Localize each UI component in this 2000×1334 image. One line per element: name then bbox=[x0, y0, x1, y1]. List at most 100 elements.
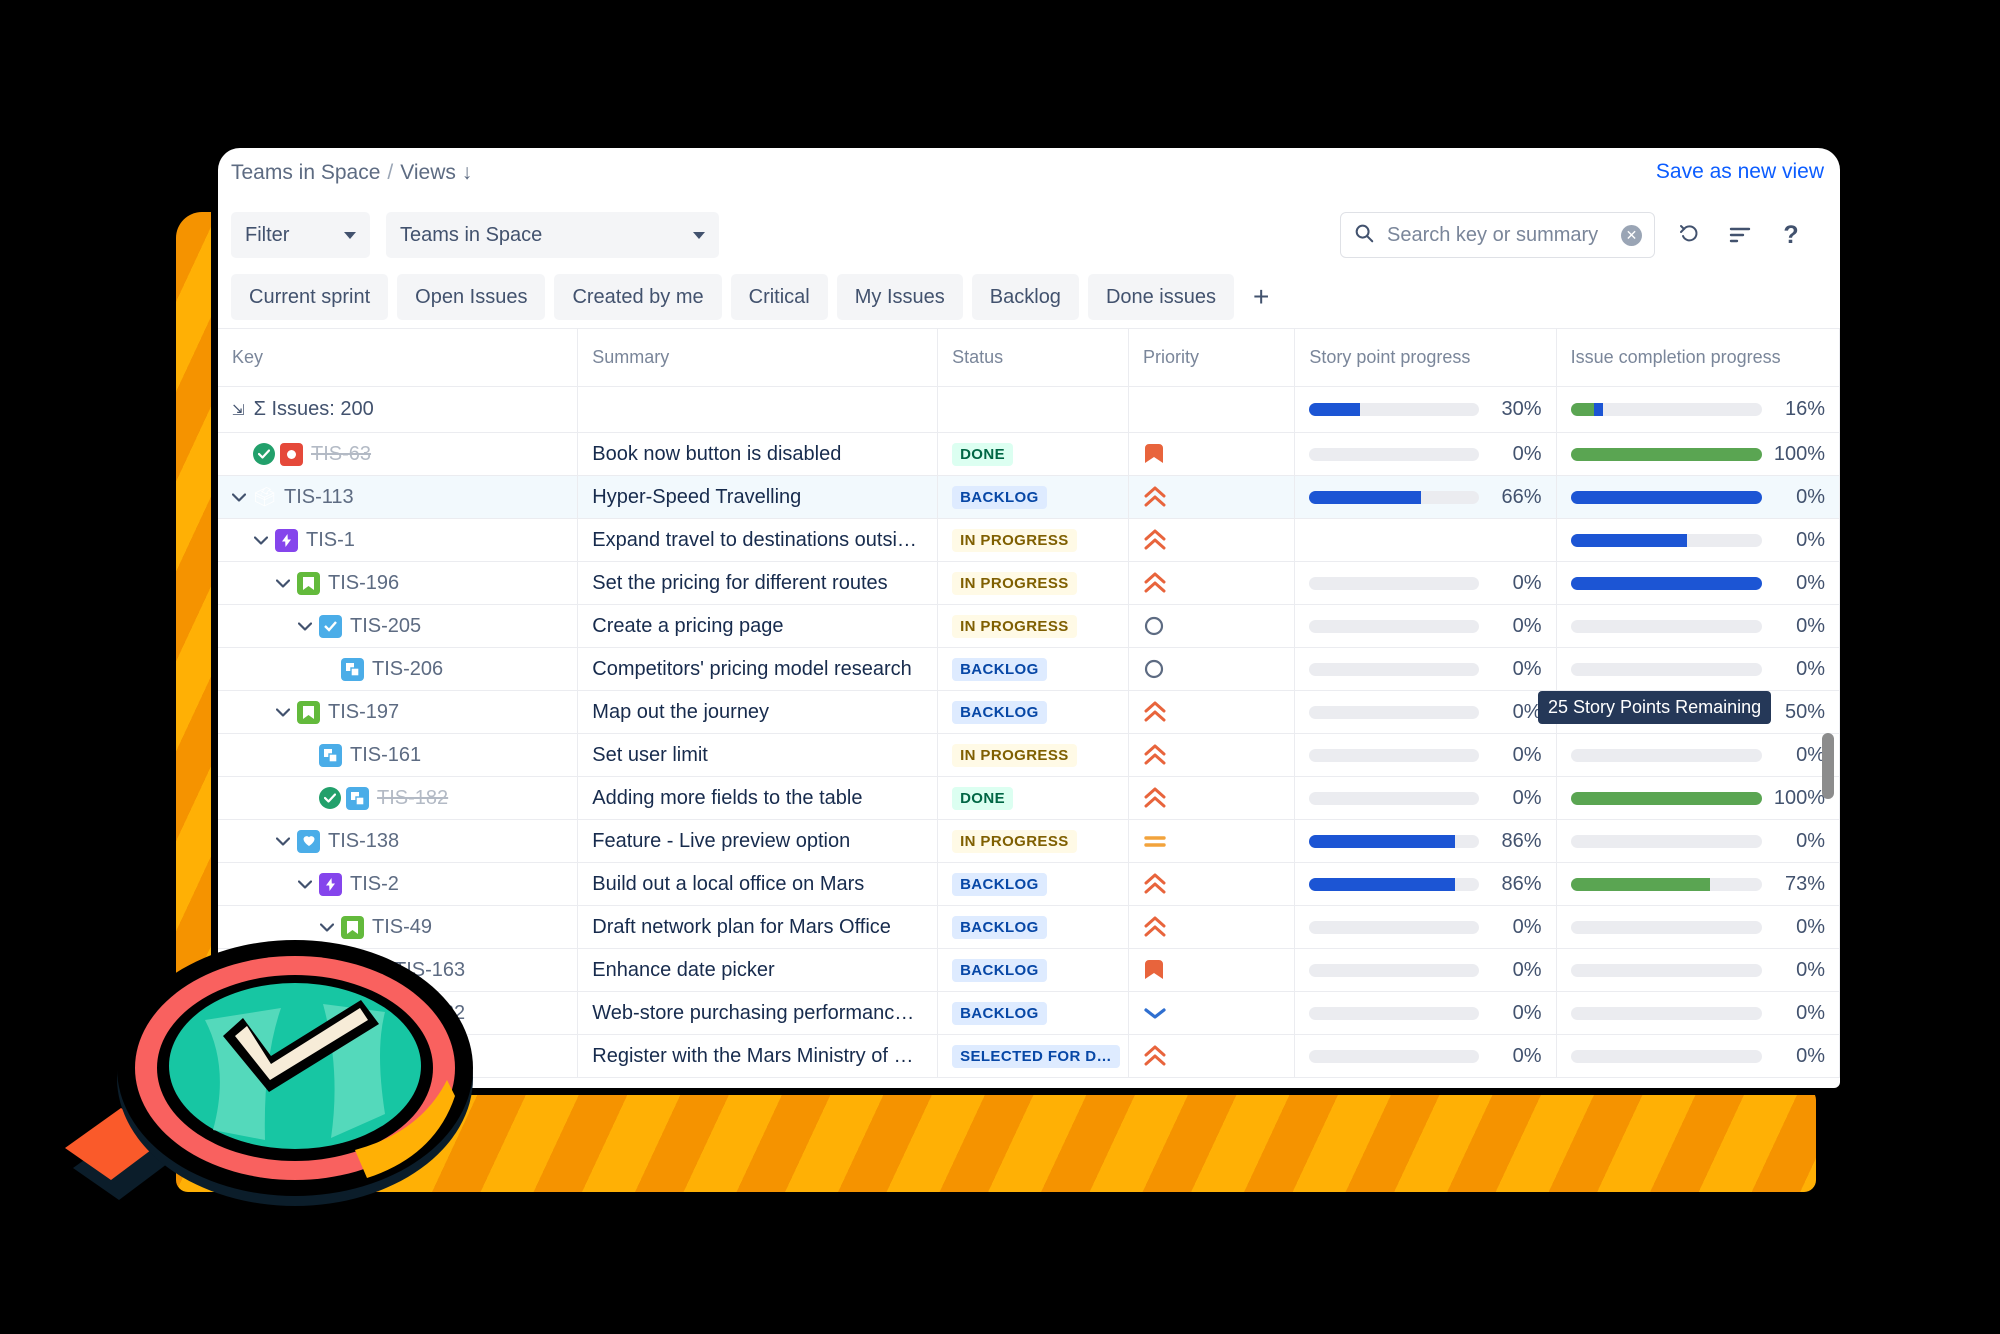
chevron-down-icon[interactable] bbox=[231, 489, 250, 506]
filter-chip-2[interactable]: Created by me bbox=[554, 274, 722, 320]
summary-status-cell bbox=[937, 386, 1130, 433]
filter-chip-5[interactable]: Backlog bbox=[971, 274, 1079, 320]
chevron-down-icon[interactable] bbox=[253, 532, 272, 549]
key-cell: TIS-1 bbox=[218, 518, 579, 562]
search-box[interactable]: Search key or summary ✕ bbox=[1340, 212, 1655, 258]
issue-key-link[interactable]: TIS-138 bbox=[328, 830, 399, 853]
clear-icon[interactable]: ✕ bbox=[1621, 224, 1642, 246]
table-row[interactable]: TIS-63 Book now button is disabled DONE 0% 1… bbox=[218, 432, 1840, 476]
column-header-story-point-progress[interactable]: Story point progress bbox=[1294, 329, 1557, 387]
issue-summary-text[interactable]: Enhance date picker bbox=[592, 959, 774, 982]
help-button[interactable]: ? bbox=[1768, 212, 1814, 258]
table-row[interactable]: TIS-161 Set user limit IN PROGRESS 0% 0% bbox=[218, 733, 1840, 777]
status-badge[interactable]: BACKLOG bbox=[952, 958, 1047, 982]
issue-summary-text[interactable]: Feature - Live preview option bbox=[592, 830, 850, 853]
filter-chip-1[interactable]: Open Issues bbox=[397, 274, 546, 320]
story-point-progress-bar bbox=[1309, 920, 1479, 934]
top-bar: Teams in Space / Views ↓ Save as new view bbox=[218, 148, 1840, 204]
table-row[interactable]: 🗳 TIS-113 Hyper-Speed Travelling BACKLOG 66%… bbox=[218, 475, 1840, 519]
filter-chip-3[interactable]: Critical bbox=[730, 274, 828, 320]
issue-key-link[interactable]: TIS-63 bbox=[311, 443, 371, 466]
issue-completion-progress-bar bbox=[1570, 619, 1762, 633]
issue-summary-text[interactable]: Web-store purchasing performanc… bbox=[592, 1002, 914, 1025]
key-cell: TIS-63 bbox=[218, 432, 579, 476]
feature-icon bbox=[297, 829, 320, 853]
column-header-key[interactable]: Key bbox=[218, 329, 579, 387]
issue-key-link[interactable]: TIS-197 bbox=[328, 701, 399, 724]
issue-key-link[interactable]: TIS-205 bbox=[350, 615, 421, 638]
issue-key-link[interactable]: TIS-1 bbox=[306, 529, 355, 552]
chevron-down-icon[interactable] bbox=[297, 618, 316, 635]
filter-chip-4[interactable]: My Issues bbox=[836, 274, 963, 320]
add-filter-button[interactable]: + bbox=[1243, 283, 1279, 311]
chevron-down-icon[interactable] bbox=[275, 704, 294, 721]
refresh-button[interactable] bbox=[1666, 212, 1712, 258]
status-badge[interactable]: IN PROGRESS bbox=[952, 528, 1077, 552]
column-header-priority[interactable]: Priority bbox=[1128, 329, 1296, 387]
issue-summary-text[interactable]: Adding more fields to the table bbox=[592, 787, 862, 810]
table-row[interactable]: TIS-1 Expand travel to destinations outsi… bbox=[218, 518, 1840, 562]
issue-summary-text[interactable]: Set the pricing for different routes bbox=[592, 572, 887, 595]
issue-summary-text[interactable]: Draft network plan for Mars Office bbox=[592, 916, 891, 939]
status-badge[interactable]: DONE bbox=[952, 786, 1013, 810]
chevron-down-icon[interactable] bbox=[275, 575, 294, 592]
column-header-summary[interactable]: Summary bbox=[577, 329, 939, 387]
status-badge[interactable]: DONE bbox=[952, 442, 1013, 466]
issue-key-link[interactable]: TIS-161 bbox=[350, 744, 421, 767]
issue-summary-text[interactable]: Expand travel to destinations outsi… bbox=[592, 529, 917, 552]
column-header-status[interactable]: Status bbox=[937, 329, 1130, 387]
status-badge[interactable]: BACKLOG bbox=[952, 872, 1047, 896]
status-badge[interactable]: IN PROGRESS bbox=[952, 829, 1077, 853]
chevron-down-icon[interactable] bbox=[297, 876, 316, 893]
collapse-all-icon[interactable]: ⇲ bbox=[232, 401, 245, 419]
issue-completion-progress-cell: 0% bbox=[1556, 948, 1840, 992]
save-as-new-view-link[interactable]: Save as new view bbox=[1656, 160, 1824, 184]
issue-summary-text[interactable]: Competitors' pricing model research bbox=[592, 658, 912, 681]
issue-key-link[interactable]: TIS-182 bbox=[377, 787, 448, 810]
issue-summary-text[interactable]: Map out the journey bbox=[592, 701, 769, 724]
table-row[interactable]: TIS-196 Set the pricing for different rou… bbox=[218, 561, 1840, 605]
table-row[interactable]: TIS-206 Competitors' pricing model resear… bbox=[218, 647, 1840, 691]
story-point-progress-cell[interactable] bbox=[1294, 518, 1557, 562]
status-badge[interactable]: BACKLOG bbox=[952, 700, 1047, 724]
sort-button[interactable] bbox=[1717, 212, 1763, 258]
issue-summary-text[interactable]: Hyper-Speed Travelling bbox=[592, 486, 801, 509]
status-badge[interactable]: SELECTED FOR D… bbox=[952, 1044, 1120, 1068]
status-badge[interactable]: IN PROGRESS bbox=[952, 614, 1077, 638]
status-badge[interactable]: IN PROGRESS bbox=[952, 743, 1077, 767]
table-row[interactable]: TIS-205 Create a pricing page IN PROGRESS 0… bbox=[218, 604, 1840, 648]
status-badge[interactable]: IN PROGRESS bbox=[952, 571, 1077, 595]
filter-dropdown[interactable]: Filter bbox=[231, 212, 370, 258]
issue-key-link[interactable]: TIS-196 bbox=[328, 572, 399, 595]
column-header-issue-completion-progress[interactable]: Issue completion progress bbox=[1556, 329, 1840, 387]
filter-chip-6[interactable]: Done issues bbox=[1087, 274, 1234, 320]
vertical-scrollbar[interactable] bbox=[1822, 733, 1834, 799]
issue-key-link[interactable]: TIS-2 bbox=[350, 873, 399, 896]
issue-key-link[interactable]: TIS-113 bbox=[284, 486, 354, 509]
more-options-button[interactable] bbox=[1820, 212, 1840, 258]
initiative-icon: 🗳 bbox=[252, 487, 277, 508]
search-input[interactable]: Search key or summary bbox=[1387, 224, 1621, 247]
issue-summary-text[interactable]: Register with the Mars Ministry of … bbox=[592, 1045, 913, 1068]
story-point-progress-blue-segment bbox=[1309, 877, 1455, 891]
filter-chip-0[interactable]: Current sprint bbox=[231, 274, 389, 320]
status-badge[interactable]: BACKLOG bbox=[952, 915, 1047, 939]
issue-summary-text[interactable]: Set user limit bbox=[592, 744, 708, 767]
status-badge[interactable]: BACKLOG bbox=[952, 657, 1047, 681]
summary-cell: Web-store purchasing performanc… bbox=[577, 991, 939, 1035]
status-badge[interactable]: BACKLOG bbox=[952, 485, 1047, 509]
breadcrumb-project[interactable]: Teams in Space bbox=[231, 161, 380, 184]
table-row[interactable]: TIS-138 Feature - Live preview option IN P… bbox=[218, 819, 1840, 863]
breadcrumb-views[interactable]: Views ↓ bbox=[400, 161, 472, 184]
status-badge[interactable]: BACKLOG bbox=[952, 1001, 1047, 1025]
issue-summary-text[interactable]: Create a pricing page bbox=[592, 615, 783, 638]
magnifier-illustration bbox=[65, 940, 473, 1206]
project-dropdown[interactable]: Teams in Space bbox=[386, 212, 719, 258]
chevron-down-icon[interactable] bbox=[275, 833, 294, 850]
issue-summary-text[interactable]: Book now button is disabled bbox=[592, 443, 841, 466]
issue-summary-text[interactable]: Build out a local office on Mars bbox=[592, 873, 864, 896]
table-row[interactable]: TIS-182 Adding more fields to the table DO… bbox=[218, 776, 1840, 820]
issue-completion-progress-bar bbox=[1570, 963, 1762, 977]
issue-key-link[interactable]: TIS-206 bbox=[372, 658, 443, 681]
priority-high-icon bbox=[1143, 777, 1280, 819]
